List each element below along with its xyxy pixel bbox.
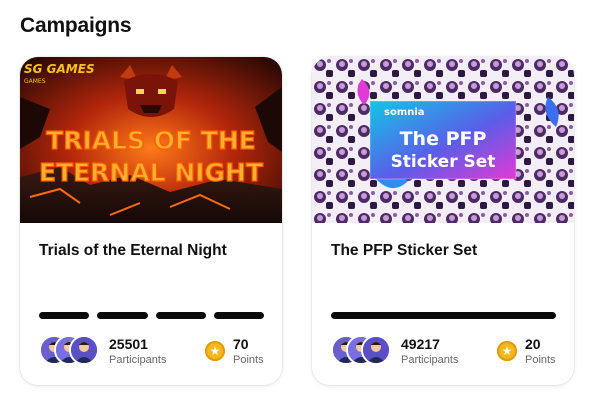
banner-logo: SG GAMES bbox=[24, 62, 95, 76]
banner-title-line-1: The PFP bbox=[400, 128, 487, 150]
avatar bbox=[361, 335, 391, 365]
campaign-banner-trials: SG GAMES GAMES TRIALS OF THE ETERNAL NIG… bbox=[20, 57, 282, 223]
participant-avatars bbox=[331, 335, 393, 365]
points-stat: 20 Points bbox=[525, 337, 556, 367]
progress-bar bbox=[39, 312, 264, 319]
star-coin-icon: ★ bbox=[497, 341, 517, 361]
campaign-title[interactable]: The PFP Sticker Set bbox=[331, 242, 477, 260]
points-label: Points bbox=[525, 354, 556, 366]
campaign-card-trials[interactable]: SG GAMES GAMES TRIALS OF THE ETERNAL NIG… bbox=[20, 57, 282, 385]
progress-bar bbox=[331, 312, 556, 319]
points-value: 20 bbox=[525, 336, 541, 352]
campaign-banner-pfp: somnia The PFP Sticker Set bbox=[312, 57, 574, 223]
progress-segment bbox=[213, 312, 264, 319]
participants-count: 49217 bbox=[401, 336, 440, 352]
points-stat: 70 Points bbox=[233, 337, 264, 367]
svg-text:GAMES: GAMES bbox=[24, 78, 46, 85]
participants-stat: 49217 Participants bbox=[401, 337, 458, 367]
participants-label: Participants bbox=[401, 354, 459, 366]
progress-segment bbox=[155, 312, 206, 319]
progress-segment bbox=[97, 312, 148, 319]
participants-label: Participants bbox=[109, 354, 167, 366]
points-label: Points bbox=[233, 354, 264, 366]
star-coin-icon: ★ bbox=[205, 341, 225, 361]
progress-segment bbox=[39, 312, 90, 319]
participants-stat: 25501 Participants bbox=[109, 337, 166, 367]
banner-title-line-2: ETERNAL NIGHT bbox=[39, 158, 263, 187]
points-value: 70 bbox=[233, 336, 249, 352]
campaign-title[interactable]: Trials of the Eternal Night bbox=[39, 242, 227, 260]
progress-segment bbox=[331, 312, 556, 319]
section-title: Campaigns bbox=[20, 14, 132, 37]
participant-avatars bbox=[39, 335, 101, 365]
campaign-card-pfp-sticker[interactable]: somnia The PFP Sticker Set The PFP Stick… bbox=[312, 57, 574, 385]
participants-count: 25501 bbox=[109, 336, 148, 352]
banner-title-line-1: TRIALS OF THE bbox=[46, 126, 256, 155]
avatar bbox=[69, 335, 99, 365]
banner-brand: somnia bbox=[384, 107, 425, 118]
banner-title-line-2: Sticker Set bbox=[391, 152, 496, 172]
